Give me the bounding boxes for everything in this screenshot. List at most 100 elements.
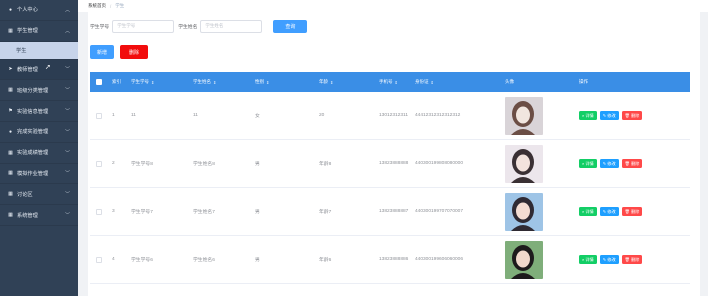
edit-button-label: 修改 xyxy=(607,112,616,118)
sort-icon[interactable]: ⇕ xyxy=(395,80,398,85)
row-checkbox[interactable] xyxy=(96,256,102,263)
edit-button[interactable]: ✎ 修改 xyxy=(599,111,619,120)
column-header[interactable]: 头像 xyxy=(501,72,575,92)
mouse-cursor-icon: ➚ xyxy=(45,64,51,71)
batch-delete-button[interactable]: 删除 xyxy=(120,45,148,59)
edit-button-label: 修改 xyxy=(607,256,616,262)
content-panel: 学生学号 学生学号 学生姓名 学生姓名 查询 新增 删除 索引 学生学号 ⇕ 学生姓名… xyxy=(88,12,700,296)
column-header-label: 索引 xyxy=(112,79,121,84)
edit-button[interactable]: ✎ 修改 xyxy=(599,255,619,264)
table-row: 4 学生学号6 学生姓名6 男 年龄6 13823888886 44030019960606… xyxy=(90,236,690,284)
cell-name: 学生姓名7 xyxy=(193,210,215,215)
student-no-label: 学生学号 xyxy=(90,24,110,30)
row-checkbox[interactable] xyxy=(96,160,102,167)
chevron-down-icon: ﹀ xyxy=(64,212,70,219)
add-button[interactable]: 新增 xyxy=(90,45,114,59)
query-button[interactable]: 查询 xyxy=(273,19,308,33)
table-row: 2 学生学号8 学生姓名8 男 年龄8 13823888888 44030019980808… xyxy=(90,140,690,188)
table-row: 1 11 11 女 20 13012312311 44412312312312312 ⌕ 详情 ✎… xyxy=(90,92,690,140)
grid-icon: ▦ xyxy=(8,212,13,219)
row-actions: ⌕ 详情 ✎ 修改 🗑 删除 xyxy=(579,159,643,168)
sidebar-item[interactable]: ● 个人中心 ︿ xyxy=(0,0,78,21)
flag-icon: ⚑ xyxy=(8,108,13,115)
delete-button[interactable]: 🗑 删除 xyxy=(621,255,643,264)
cell-age: 年龄6 xyxy=(319,258,332,263)
column-header[interactable]: 索引 xyxy=(108,72,127,92)
detail-button-label: 详情 xyxy=(585,256,594,262)
cell-operations: ⌕ 详情 ✎ 修改 🗑 删除 xyxy=(575,188,675,235)
main-area: 系统首页 / 学生 学生学号 学生学号 学生姓名 学生姓名 查询 新增 删除 索… xyxy=(78,0,708,296)
detail-button[interactable]: ⌕ 详情 xyxy=(579,111,597,120)
sidebar-item[interactable]: ▦ 讨论区 ﹀ xyxy=(0,184,78,206)
sidebar-item[interactable]: ▦ 实验成绩管理 ﹀ xyxy=(0,143,78,164)
sidebar-item-label: 完成实验管理 xyxy=(17,129,49,136)
row-checkbox[interactable] xyxy=(96,112,102,119)
sidebar-subitem[interactable]: 学生 xyxy=(0,41,78,60)
person-icon: ● xyxy=(8,128,13,135)
delete-button-label: 删除 xyxy=(630,256,640,262)
cell-index: 3 xyxy=(112,209,115,214)
cell-phone: 13823888888 xyxy=(379,161,409,166)
sidebar-item[interactable]: ➤ 教师管理 ﹀ xyxy=(0,59,78,81)
sidebar-item[interactable]: ⚑ 实验信息管理 ﹀ xyxy=(0,101,78,122)
sidebar-item[interactable]: ▦ 班级分类管理 ﹀ xyxy=(0,80,78,102)
column-header[interactable]: 身份证 ⇕ xyxy=(411,72,501,92)
sort-icon[interactable]: ⇕ xyxy=(266,80,269,85)
edit-button[interactable]: ✎ 修改 xyxy=(599,207,619,216)
delete-button[interactable]: 🗑 删除 xyxy=(621,111,643,120)
sidebar-item-label: 学生管理 xyxy=(17,28,38,35)
detail-button[interactable]: ⌕ 详情 xyxy=(579,255,597,264)
cell-age: 年龄7 xyxy=(319,210,332,215)
avatar xyxy=(505,144,543,183)
student-name-input[interactable]: 学生姓名 xyxy=(200,19,263,33)
breadcrumb-home[interactable]: 系统首页 xyxy=(88,3,106,9)
column-header[interactable]: 学生姓名 ⇕ xyxy=(189,72,251,92)
column-header-label: 学生姓名 xyxy=(193,79,211,84)
sidebar-item[interactable]: ▦ 学生管理 ︿ xyxy=(0,21,78,42)
breadcrumb: 系统首页 / 学生 xyxy=(78,0,708,12)
row-actions: ⌕ 详情 ✎ 修改 🗑 删除 xyxy=(579,255,643,264)
cell-avatar xyxy=(501,236,575,283)
student-table: 索引 学生学号 ⇕ 学生姓名 ⇕ 性别 ⇕ 年龄 ⇕ 手机号 ⇕ 身份证 ⇕ 头像 操作 1 11 11 女 20 1… xyxy=(90,72,690,284)
cell-operations: ⌕ 详情 ✎ 修改 🗑 删除 xyxy=(575,140,675,187)
search-bar: 学生学号 学生学号 学生姓名 学生姓名 查询 xyxy=(90,19,308,33)
sort-icon[interactable]: ⇕ xyxy=(330,80,333,85)
edit-icon: ✎ xyxy=(602,161,607,166)
cell-name: 11 xyxy=(193,113,198,118)
row-select-cell xyxy=(90,188,108,235)
column-header[interactable]: 年龄 ⇕ xyxy=(315,72,375,92)
sidebar-item[interactable]: ▦ 系统管理 ﹀ xyxy=(0,205,78,226)
sort-icon[interactable]: ⇕ xyxy=(213,80,216,85)
row-checkbox[interactable] xyxy=(96,208,102,215)
cell-avatar xyxy=(501,92,575,139)
chevron-down-icon: ﹀ xyxy=(64,129,70,136)
chevron-down-icon: ﹀ xyxy=(64,108,70,115)
delete-button-label: 删除 xyxy=(630,112,640,118)
chevron-up-icon: ︿ xyxy=(64,28,70,35)
delete-button[interactable]: 🗑 删除 xyxy=(621,207,643,216)
select-all-checkbox[interactable] xyxy=(96,79,102,85)
cell-operations: ⌕ 详情 ✎ 修改 🗑 删除 xyxy=(575,236,675,283)
column-header[interactable]: 操作 xyxy=(575,72,675,92)
column-header-label: 性别 xyxy=(255,79,264,84)
student-no-input[interactable]: 学生学号 xyxy=(112,19,175,33)
column-header-label: 操作 xyxy=(579,79,588,84)
edit-button[interactable]: ✎ 修改 xyxy=(599,159,619,168)
column-header[interactable]: 性别 ⇕ xyxy=(251,72,315,92)
delete-button[interactable]: 🗑 删除 xyxy=(621,159,643,168)
sort-icon[interactable]: ⇕ xyxy=(151,80,154,85)
breadcrumb-current: 学生 xyxy=(115,3,125,8)
chevron-down-icon: ﹀ xyxy=(64,170,70,177)
detail-button[interactable]: ⌕ 详情 xyxy=(579,159,597,168)
send-icon: ➤ xyxy=(8,66,13,73)
cell-age: 20 xyxy=(319,113,325,118)
column-header[interactable]: 学生学号 ⇕ xyxy=(127,72,189,92)
sidebar-item[interactable]: ● 完成实验管理 ﹀ xyxy=(0,122,78,143)
detail-button[interactable]: ⌕ 详情 xyxy=(579,207,597,216)
sidebar-item[interactable]: ▦ 模拟作业管理 ﹀ xyxy=(0,164,78,185)
sort-icon[interactable]: ⇕ xyxy=(431,80,434,85)
avatar xyxy=(505,240,543,279)
column-header[interactable]: 手机号 ⇕ xyxy=(375,72,411,92)
sidebar-item-label: 模拟作业管理 xyxy=(17,170,49,177)
avatar xyxy=(505,192,543,231)
